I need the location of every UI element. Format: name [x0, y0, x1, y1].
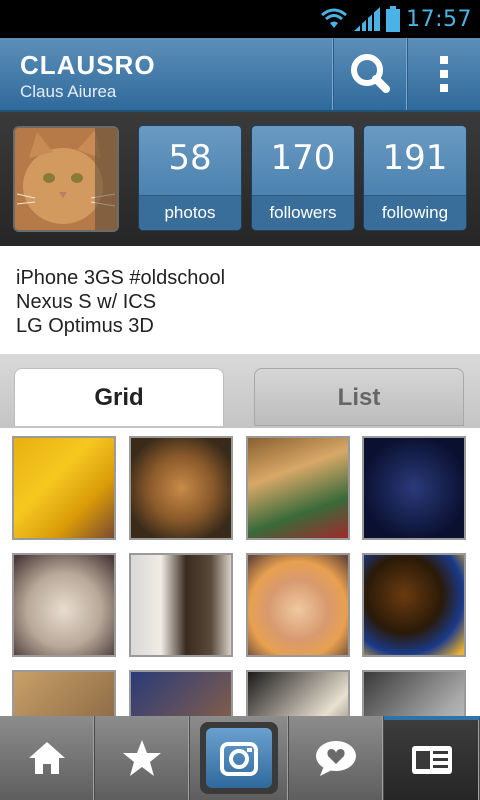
- nav-profile-button[interactable]: [384, 716, 480, 800]
- bio-line: Nexus S w/ ICS: [16, 291, 157, 313]
- tab-grid[interactable]: Grid: [14, 368, 224, 426]
- profile-username: CLAUSRO: [20, 50, 156, 80]
- profile-card-icon: [411, 746, 452, 774]
- status-bar: 17:57: [0, 0, 480, 38]
- camera-button-frame: [200, 722, 278, 794]
- stat-followers-label: followers: [252, 195, 354, 230]
- stat-photos-label: photos: [139, 195, 241, 230]
- photo-thumbnail[interactable]: [12, 436, 116, 540]
- news-bubble-icon: [316, 741, 356, 776]
- photo-thumbnail[interactable]: [246, 436, 350, 540]
- nav-camera-button[interactable]: [190, 716, 289, 800]
- overflow-menu-icon: [440, 56, 448, 92]
- overflow-menu-button[interactable]: [406, 38, 480, 110]
- tab-list[interactable]: List: [254, 368, 464, 426]
- stat-photos[interactable]: 58 photos: [139, 126, 241, 230]
- view-tabs: Grid List: [0, 354, 480, 428]
- action-bar: CLAUSRO Claus Aiurea: [0, 38, 480, 112]
- photo-thumbnail[interactable]: [246, 670, 350, 718]
- home-icon: [29, 742, 65, 774]
- nav-popular-button[interactable]: [95, 716, 190, 800]
- bio-line: LG Optimus 3D: [16, 315, 154, 337]
- nav-home-button[interactable]: [0, 716, 95, 800]
- photo-thumbnail[interactable]: [246, 553, 350, 657]
- search-button[interactable]: [332, 38, 407, 110]
- search-icon: [351, 54, 390, 93]
- stat-following-label: following: [364, 195, 466, 230]
- nav-news-button[interactable]: [289, 716, 384, 800]
- profile-full-name: Claus Aiurea: [20, 82, 117, 101]
- photo-thumbnail[interactable]: [129, 553, 233, 657]
- photo-thumbnail[interactable]: [362, 670, 466, 718]
- photo-thumbnail[interactable]: [129, 670, 233, 718]
- profile-header: 58 photos 170 followers 191 following: [0, 112, 480, 246]
- photo-thumbnail[interactable]: [12, 553, 116, 657]
- photo-grid: [0, 428, 480, 718]
- battery-icon: [386, 6, 401, 32]
- status-icons: 17:57: [320, 4, 472, 34]
- signal-icon: [354, 7, 381, 31]
- stat-following-count: 191: [382, 138, 448, 178]
- bottom-nav: [0, 716, 480, 800]
- profile-bio: iPhone 3GS #oldschool Nexus S w/ ICS LG …: [0, 246, 480, 354]
- photo-thumbnail[interactable]: [129, 436, 233, 540]
- stat-following[interactable]: 191 following: [364, 126, 466, 230]
- camera-button-face: [206, 728, 272, 788]
- stat-followers[interactable]: 170 followers: [252, 126, 354, 230]
- photo-thumbnail[interactable]: [362, 436, 466, 540]
- star-icon: [123, 740, 161, 776]
- camera-icon: [220, 742, 258, 776]
- photo-thumbnail[interactable]: [12, 670, 116, 718]
- bio-line: iPhone 3GS #oldschool: [16, 267, 226, 289]
- stat-photos-count: 58: [168, 138, 212, 178]
- cat-avatar-image: [15, 128, 117, 230]
- status-time: 17:57: [406, 6, 472, 32]
- wifi-icon: [321, 8, 348, 28]
- avatar[interactable]: [13, 126, 119, 232]
- photo-thumbnail[interactable]: [362, 553, 466, 657]
- stat-followers-count: 170: [270, 138, 336, 178]
